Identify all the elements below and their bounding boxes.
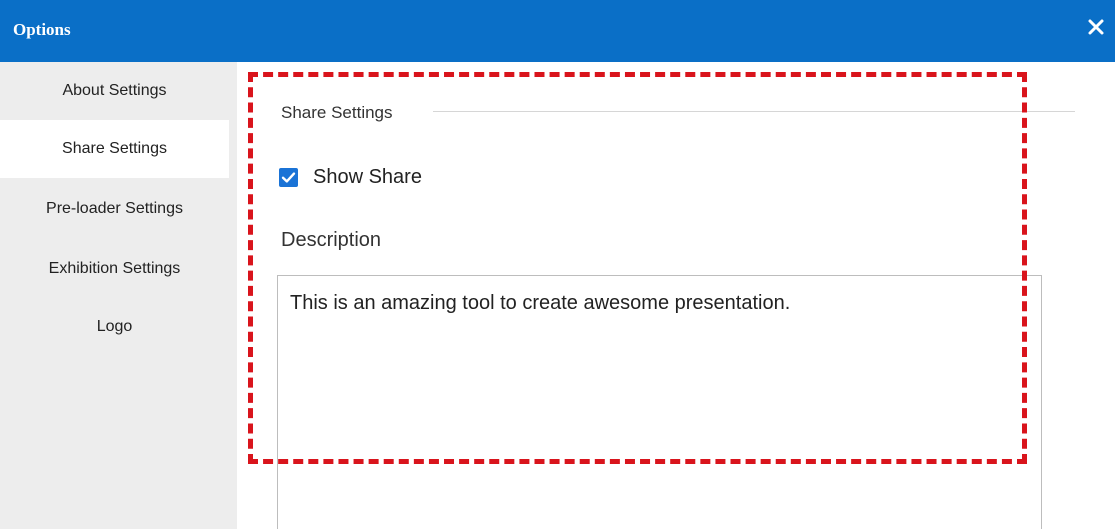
settings-sidebar: About Settings Share Settings Pre-loader… bbox=[0, 62, 237, 529]
sidebar-item-share-settings[interactable]: Share Settings bbox=[0, 120, 229, 178]
sidebar-item-label: About Settings bbox=[62, 82, 167, 99]
checkmark-icon bbox=[281, 172, 296, 183]
sidebar-item-logo[interactable]: Logo bbox=[0, 298, 229, 356]
section-title: Share Settings bbox=[281, 103, 393, 122]
dialog-title: Options bbox=[13, 20, 71, 39]
description-label: Description bbox=[281, 229, 382, 251]
sidebar-item-exhibition-settings[interactable]: Exhibition Settings bbox=[0, 240, 229, 298]
title-bar: Options bbox=[0, 0, 1115, 62]
close-button[interactable] bbox=[1083, 14, 1109, 40]
sidebar-item-label: Share Settings bbox=[62, 140, 167, 157]
options-dialog: Options About Settings Share Settings Pr… bbox=[0, 0, 1115, 529]
show-share-label[interactable]: Show Share bbox=[313, 166, 422, 189]
close-icon bbox=[1088, 19, 1104, 35]
sidebar-item-label: Logo bbox=[96, 318, 133, 335]
sidebar-item-label: Pre-loader Settings bbox=[46, 200, 183, 217]
description-textarea[interactable]: This is an amazing tool to create awesom… bbox=[277, 275, 1042, 529]
sidebar-item-about-settings[interactable]: About Settings bbox=[0, 62, 229, 120]
share-settings-panel: Share Settings Show Share Description Th… bbox=[237, 62, 1115, 529]
sidebar-item-preloader-settings[interactable]: Pre-loader Settings bbox=[0, 180, 229, 238]
show-share-checkbox[interactable] bbox=[279, 168, 298, 187]
sidebar-item-label: Exhibition Settings bbox=[48, 260, 181, 277]
section-divider bbox=[433, 111, 1075, 112]
